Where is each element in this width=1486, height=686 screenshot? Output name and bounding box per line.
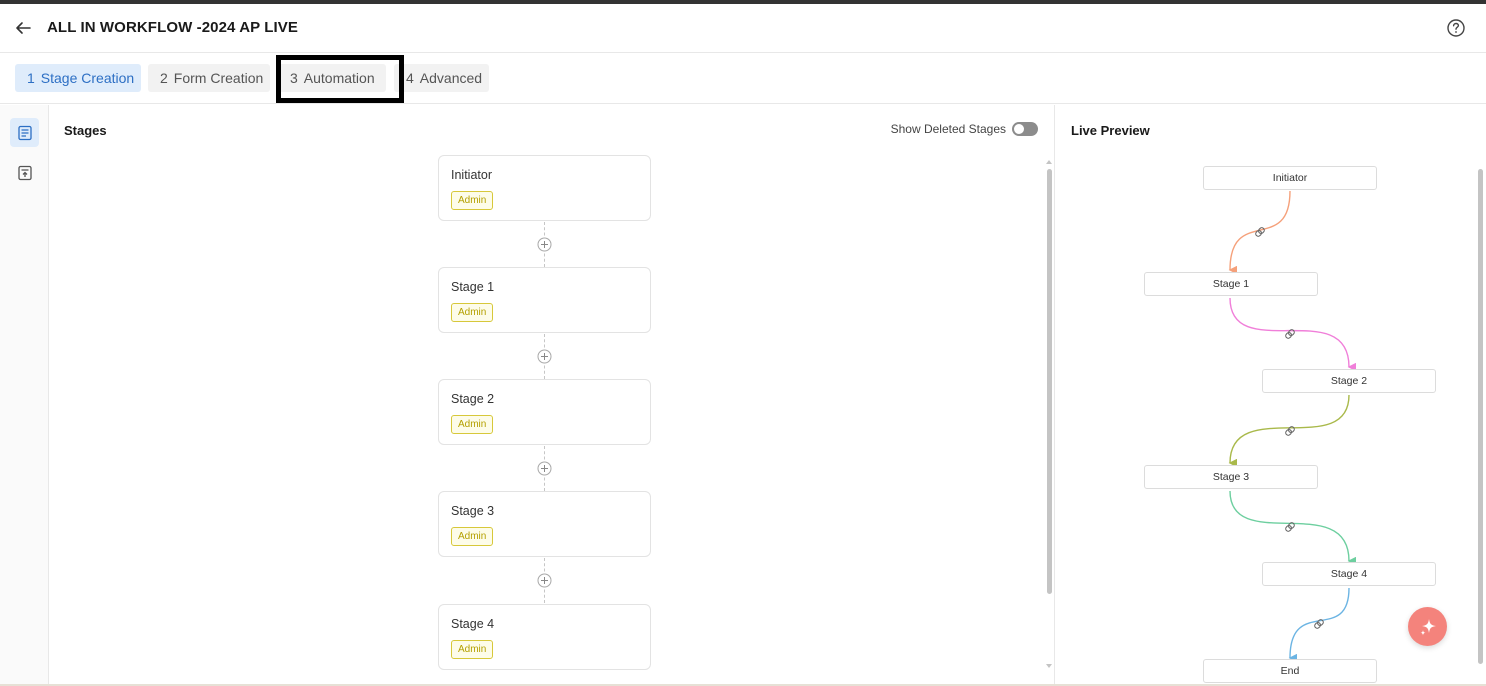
stage-card-stage-4[interactable]: Stage 4 Admin [438,604,651,670]
role-badge: Admin [451,640,494,659]
link-icon [1314,619,1324,629]
tab-stage-creation[interactable]: 1 Stage Creation [15,64,141,92]
tab-advanced[interactable]: 4 Advanced [394,64,489,92]
stage-name: Stage 1 [451,280,495,294]
scroll-up-arrow-icon[interactable] [1045,159,1053,165]
preview-node-stage-2[interactable]: Stage 2 [1262,369,1436,393]
help-circle-icon[interactable] [1446,18,1466,38]
stage-card-stage-3[interactable]: Stage 3 Admin [438,491,651,557]
ai-assist-button[interactable] [1408,607,1447,646]
stage-card-initiator[interactable]: Initiator Admin [438,155,651,221]
stage-card-stage-1[interactable]: Stage 1 Admin [438,267,651,333]
tab-automation[interactable]: 3 Automation [278,64,386,92]
add-stage-plus-icon[interactable] [537,237,552,252]
add-stage-plus-icon[interactable] [537,349,552,364]
page-title: ALL IN WORKFLOW -2024 AP LIVE [47,19,298,36]
scroll-down-arrow-icon[interactable] [1045,663,1053,669]
stage-name: Stage 3 [451,504,495,518]
tab-form-creation[interactable]: 2 Form Creation [148,64,270,92]
toggle-knob [1014,124,1024,134]
role-badge: Admin [451,527,494,546]
role-badge: Admin [451,303,494,322]
preview-node-end[interactable]: End [1203,659,1377,683]
link-icon [1255,227,1265,237]
tab-number: 2 [160,70,168,86]
step-tabs: 1 Stage Creation 2 Form Creation 3 Autom… [0,54,1486,104]
show-deleted-toggle[interactable] [1012,122,1038,136]
preview-node-stage-1[interactable]: Stage 1 [1144,272,1318,296]
preview-node-stage-4[interactable]: Stage 4 [1262,562,1436,586]
show-deleted-stages: Show Deleted Stages [891,122,1038,136]
show-deleted-label: Show Deleted Stages [890,122,1006,136]
role-badge: Admin [451,191,494,210]
stage-name: Stage 4 [451,617,495,631]
tab-label: Automation [303,70,375,86]
tab-label: Advanced [419,70,483,86]
preview-node-stage-3[interactable]: Stage 3 [1144,465,1318,489]
tab-label: Form Creation [173,70,264,86]
tab-number: 1 [27,70,35,86]
stage-name: Initiator [451,168,492,182]
role-badge: Admin [451,415,494,434]
stages-scrollbar[interactable] [1047,169,1052,594]
arrow-left-icon[interactable] [12,17,34,39]
live-preview-panel: Live Preview Initiator Stage 1 Stage 2 S… [1056,105,1486,686]
stage-name: Stage 2 [451,392,495,406]
add-stage-plus-icon[interactable] [537,461,552,476]
left-rail [0,105,49,686]
stages-title: Stages [64,123,107,138]
tab-label: Stage Creation [40,70,135,86]
page-header: ALL IN WORKFLOW -2024 AP LIVE [0,4,1486,53]
preview-node-initiator[interactable]: Initiator [1203,166,1377,190]
rail-form-button[interactable] [10,158,39,187]
rail-stages-button[interactable] [10,118,39,147]
tab-number: 3 [290,70,298,86]
form-upload-icon [17,165,32,180]
preview-scrollbar[interactable] [1478,169,1483,664]
preview-edges [1228,190,1357,663]
stages-panel: Stages Show Deleted Stages Initiator Adm… [49,105,1055,686]
sparkle-icon [1420,618,1436,635]
stages-list-icon [17,125,32,140]
add-stage-plus-icon[interactable] [537,573,552,588]
stage-card-stage-2[interactable]: Stage 2 Admin [438,379,651,445]
tab-number: 4 [406,70,414,86]
